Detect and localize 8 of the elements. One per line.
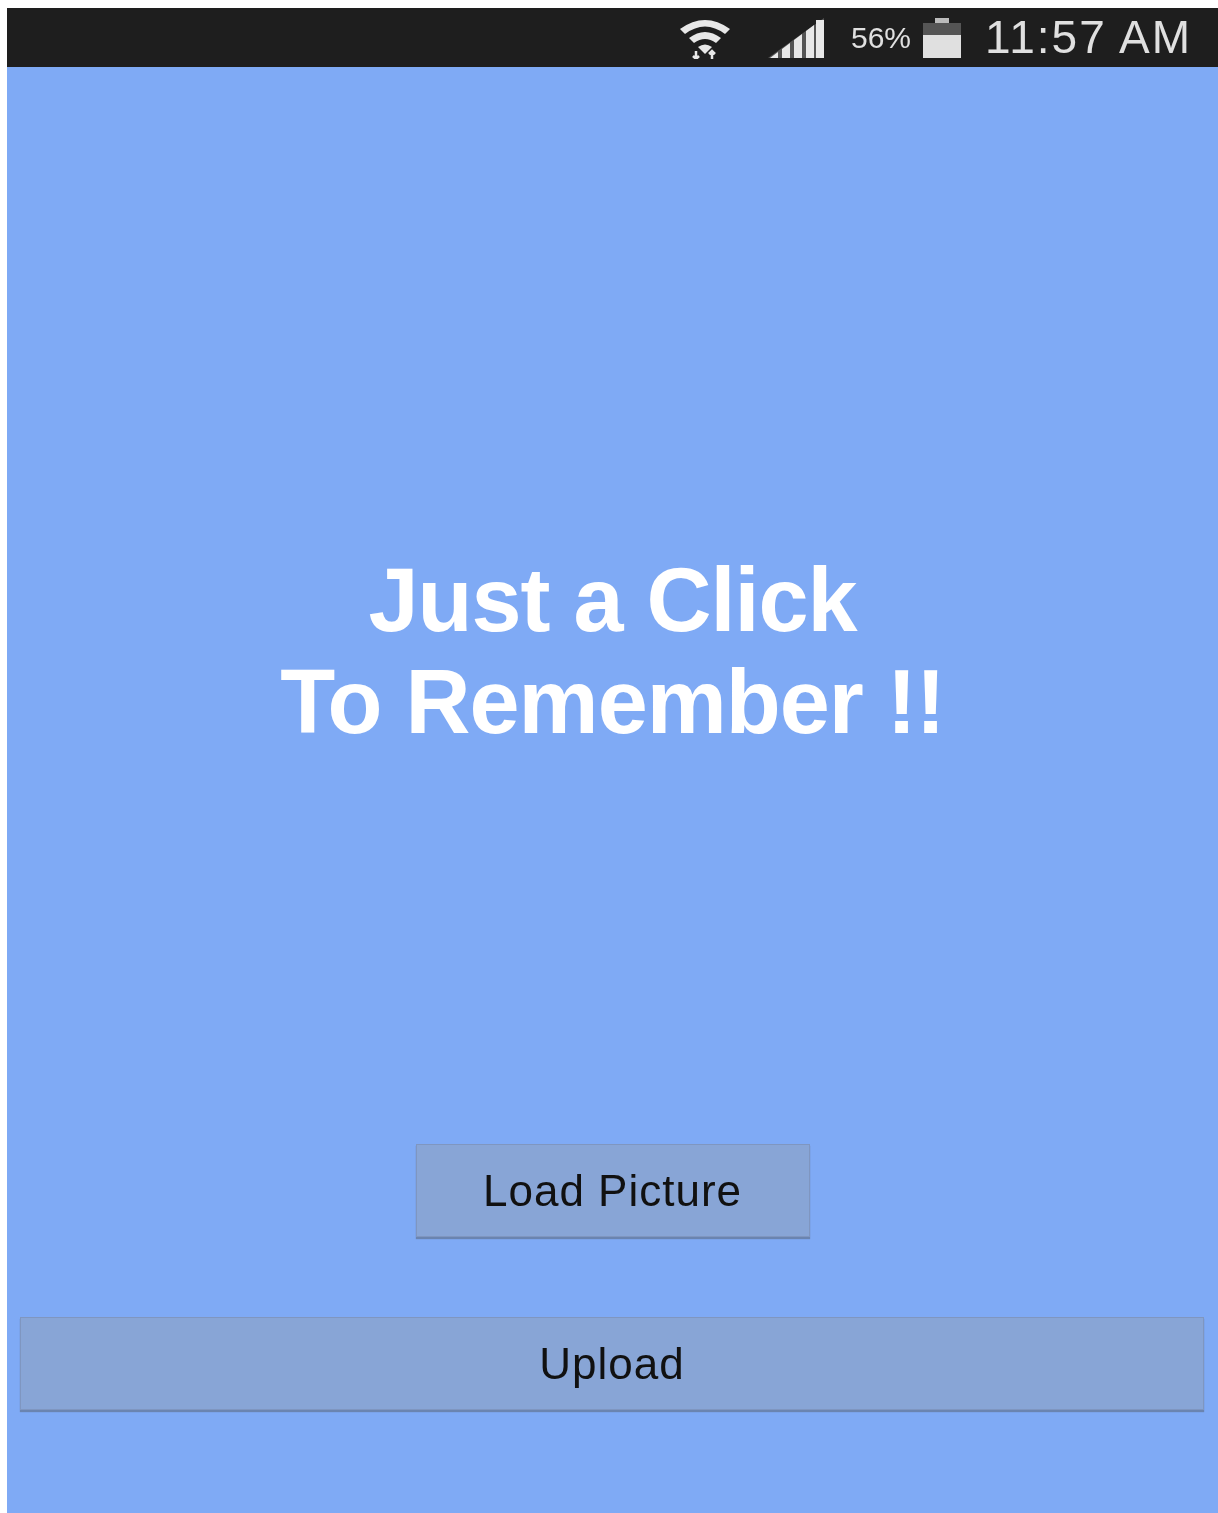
signal-icon (768, 17, 824, 58)
battery-icon (923, 17, 962, 58)
load-picture-button[interactable]: Load Picture (415, 1144, 810, 1237)
battery-percent: 56% (851, 20, 912, 56)
clock: 11:57 AM (985, 10, 1192, 65)
headline: Just a Click (367, 549, 859, 651)
upload-button[interactable]: Upload (20, 1317, 1204, 1410)
headline: To Remember !! (279, 651, 946, 753)
